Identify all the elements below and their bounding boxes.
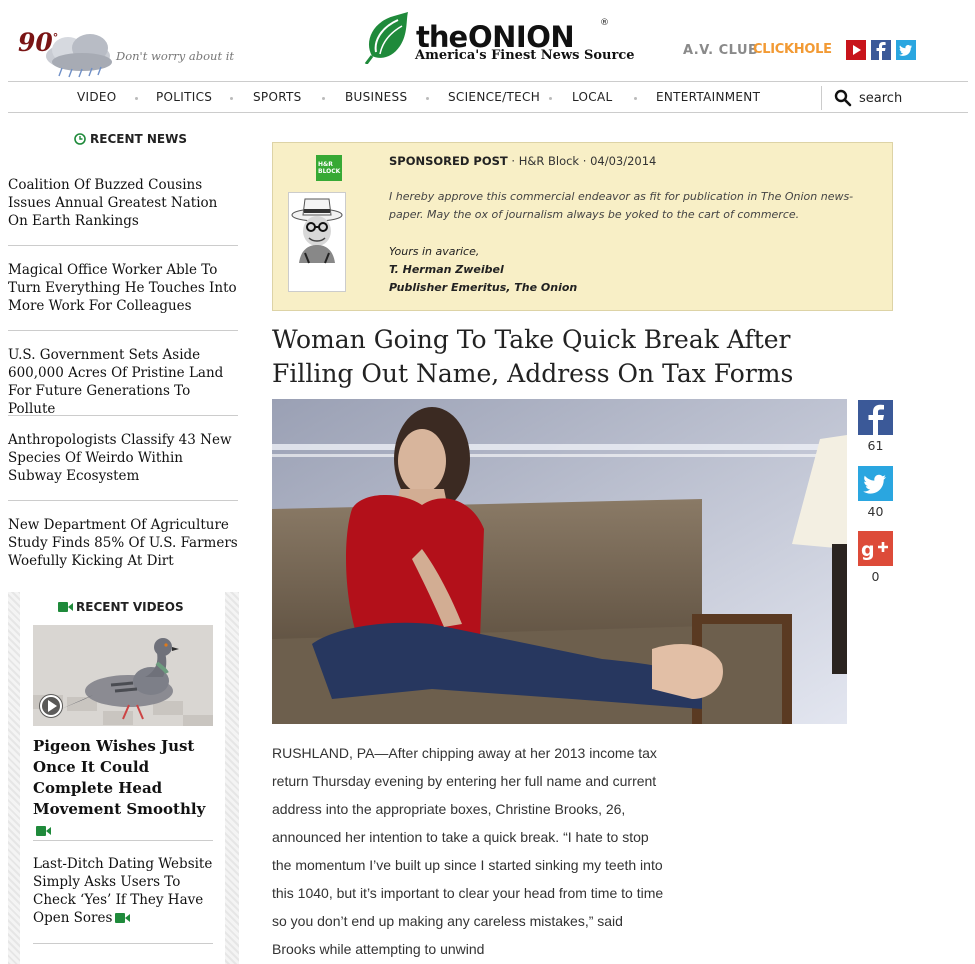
weather-tagline: Don't worry about it (116, 49, 235, 63)
video-title[interactable]: Last-Ditch Dating Website Simply Asks Us… (33, 855, 218, 927)
recent-videos-heading: RECENT VIDEOS (58, 600, 184, 614)
nav-sports[interactable]: SPORTS (253, 90, 302, 104)
share-facebook[interactable]: 61 (858, 400, 893, 453)
pigeon-video-thumbnail[interactable] (33, 625, 213, 726)
publisher-portrait (288, 192, 346, 292)
article-headline: Woman Going To Take Quick Break After Fi… (272, 325, 794, 388)
search-label[interactable]: search (859, 91, 902, 106)
divider (33, 943, 213, 944)
video-camera-icon (36, 826, 51, 836)
share-twitter[interactable]: 40 (858, 466, 893, 519)
nav-separator (230, 97, 233, 100)
recent-news-heading: RECENT NEWS (74, 132, 187, 146)
sponsored-text: I hereby approve this commercial endeavo… (389, 190, 854, 221)
divider (8, 500, 238, 501)
share-googleplus[interactable]: g 0 (858, 531, 893, 584)
clock-icon (74, 133, 86, 145)
clickhole-link[interactable]: CLICKHOLE (753, 42, 832, 57)
recent-news-item[interactable]: New Department Of Agriculture Study Find… (8, 516, 238, 570)
facebook-count: 61 (867, 438, 884, 453)
video-camera-icon (115, 913, 131, 923)
recent-news-item[interactable]: Magical Office Worker Able To Turn Every… (8, 261, 238, 315)
logo-subtitle: America's Finest News Source (415, 48, 635, 63)
divider (8, 330, 238, 331)
divider (33, 840, 213, 841)
hr-block-logo: H&R BLOCK (316, 155, 342, 181)
nav-entertainment[interactable]: ENTERTAINMENT (656, 90, 760, 104)
twitter-icon[interactable] (896, 40, 916, 60)
onion-leaf-icon (364, 12, 408, 64)
temperature: 90° (18, 28, 59, 57)
search-icon[interactable] (834, 89, 852, 107)
article-photo (272, 399, 847, 724)
recent-news-item[interactable]: Coalition Of Buzzed Cousins Issues Annua… (8, 176, 238, 230)
nav-separator (135, 97, 138, 100)
googleplus-share-icon[interactable]: g (858, 531, 893, 566)
sponsored-closing: Yours in avarice, (389, 245, 480, 258)
nav-politics[interactable]: POLITICS (156, 90, 212, 104)
twitter-count: 40 (867, 504, 884, 519)
nav-separator (634, 97, 637, 100)
nav-separator (549, 97, 552, 100)
onion-logo[interactable]: the ONION ® America's Finest News Source (364, 12, 635, 72)
weather-widget[interactable]: 90° (18, 26, 112, 82)
video-camera-icon (58, 602, 73, 612)
facebook-share-icon[interactable] (858, 400, 893, 435)
sponsored-signer-title: Publisher Emeritus, The Onion (389, 281, 578, 294)
svg-text:g: g (861, 539, 875, 561)
logo-registered: ® (600, 18, 609, 28)
avclub-link[interactable]: A.V. CLUB (683, 43, 758, 58)
nav-separator (322, 97, 325, 100)
nav-video[interactable]: VIDEO (77, 90, 117, 104)
nav-business[interactable]: BUSINESS (345, 90, 407, 104)
recent-news-item[interactable]: Anthropologists Classify 43 New Species … (8, 431, 238, 485)
sponsored-post-box: H&R BLOCK SPONSORED POST · H&R Block · 0… (272, 142, 893, 311)
sponsored-signer: T. Herman Zweibel (389, 263, 504, 276)
youtube-icon[interactable] (846, 40, 866, 60)
main-nav: VIDEO POLITICS SPORTS BUSINESS SCIENCE/T… (8, 81, 968, 113)
nav-local[interactable]: LOCAL (572, 90, 612, 104)
sponsored-meta: SPONSORED POST · H&R Block · 04/03/2014 (389, 154, 657, 168)
divider (8, 415, 238, 416)
video-title[interactable]: Pigeon Wishes Just Once It Could Complet… (33, 736, 218, 841)
facebook-icon[interactable] (871, 40, 891, 60)
site-header: 90° Don't worry about it the ONION ® Ame… (0, 0, 975, 82)
nav-divider (821, 86, 822, 110)
nav-science-tech[interactable]: SCIENCE/TECH (448, 90, 540, 104)
twitter-share-icon[interactable] (858, 466, 893, 501)
googleplus-count: 0 (871, 569, 880, 584)
nav-separator (426, 97, 429, 100)
divider (8, 245, 238, 246)
recent-news-item[interactable]: U.S. Government Sets Aside 600,000 Acres… (8, 346, 238, 418)
article-body: RUSHLAND, PA—After chipping away at her … (272, 745, 664, 957)
